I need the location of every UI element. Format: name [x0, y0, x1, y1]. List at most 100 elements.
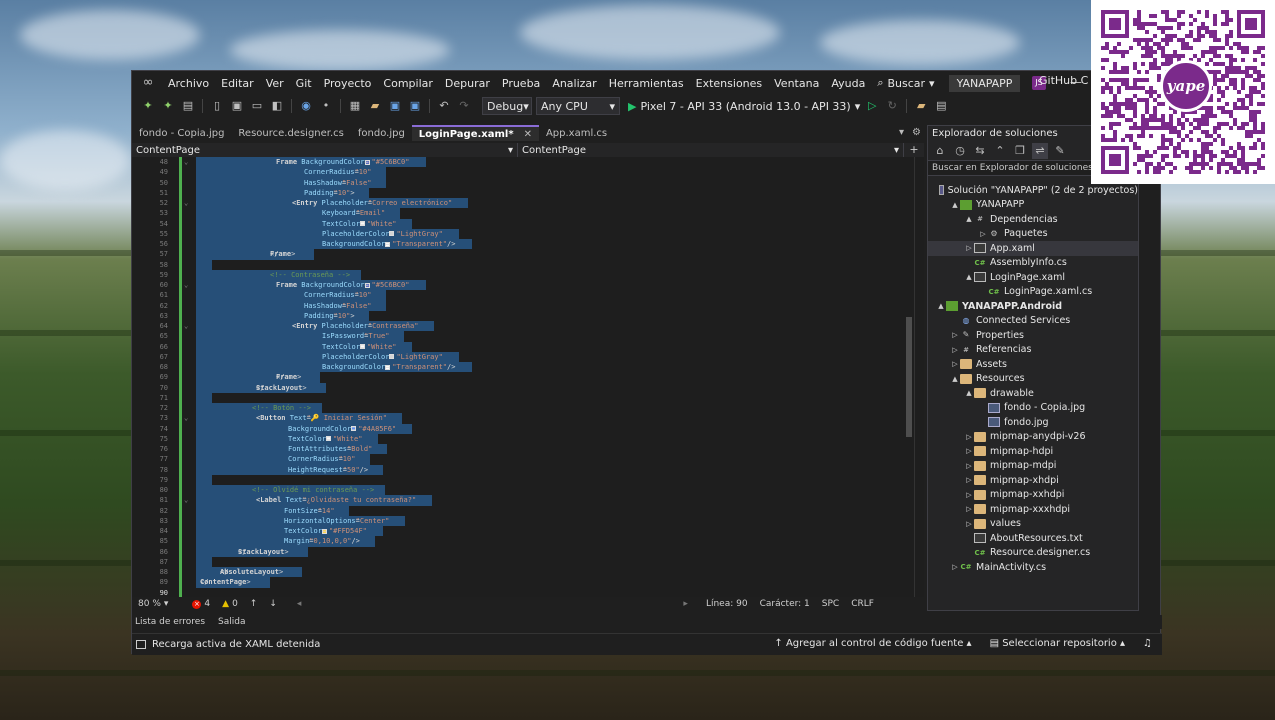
code-line[interactable]: 87 — [132, 556, 914, 567]
hot-reload-icon[interactable]: ↻ — [884, 98, 900, 114]
code-editor[interactable]: 48 ⌄ Frame BackgroundColor = "#5C6BC0" 49 Corn… — [132, 157, 914, 597]
search-button[interactable]: ⌕ Buscar ▾ — [871, 76, 940, 90]
fold-chevron-icon[interactable]: ⌄ — [184, 321, 188, 331]
code-line[interactable]: 56 BackgroundColor = "Transparent"/> — [132, 239, 914, 250]
code-line[interactable]: 90 — [132, 588, 914, 598]
expanded-arrow-icon[interactable]: ▲ — [950, 201, 960, 209]
zoom-select[interactable]: 80 % ▾ — [132, 599, 174, 609]
layout-icon[interactable]: ◧ — [269, 98, 285, 114]
tree-item[interactable]: ▷ mipmap-hdpi — [928, 444, 1138, 459]
code-line[interactable]: 84 TextColor = "#FFD54F" — [132, 526, 914, 537]
undo-icon[interactable]: ↶ — [436, 98, 452, 114]
code-line[interactable]: 89 </ContentPage > — [132, 577, 914, 588]
tab-error-list[interactable]: Lista de errores — [132, 617, 209, 627]
code-line[interactable]: 73 ⌄ <Button Text = "🔑 Iniciar Sesión" — [132, 413, 914, 424]
menu-ver[interactable]: Ver — [260, 77, 290, 90]
menu-extensiones[interactable]: Extensiones — [690, 77, 769, 90]
code-line[interactable]: 66 TextColor = "White" — [132, 341, 914, 352]
code-line[interactable]: 70 </StackLayout > — [132, 382, 914, 393]
navigate-back-icon[interactable]: ◉ — [298, 98, 314, 114]
tree-item[interactable]: C# Resource.designer.cs — [928, 546, 1138, 561]
tree-item[interactable]: ▷ App.xaml — [928, 241, 1138, 256]
menu-proyecto[interactable]: Proyecto — [318, 77, 378, 90]
code-line[interactable]: 78 HeightRequest = "50"/> — [132, 464, 914, 475]
nav-member-select[interactable]: ContentPage ▾ — [518, 143, 904, 157]
tree-item[interactable]: ▷ mipmap-mdpi — [928, 459, 1138, 474]
tree-item[interactable]: ▷ mipmap-xhdpi — [928, 473, 1138, 488]
code-line[interactable]: 80 <!-- Olvidé mi contraseña --> — [132, 485, 914, 496]
tree-item[interactable]: AboutResources.txt — [928, 531, 1138, 546]
code-line[interactable]: 57 </Frame > — [132, 249, 914, 260]
tree-item[interactable]: ▷ # Referencias — [928, 343, 1138, 358]
tree-item[interactable]: fondo - Copia.jpg — [928, 401, 1138, 416]
collapsed-arrow-icon[interactable]: ▷ — [964, 462, 974, 470]
code-line[interactable]: 81 ⌄ <Label Text = "¿Olvidaste tu contraseña… — [132, 495, 914, 506]
code-line[interactable]: 74 BackgroundColor = "#4A85F6" — [132, 423, 914, 434]
code-line[interactable]: 58 — [132, 259, 914, 270]
bookmark-icon[interactable]: ▣ — [229, 98, 245, 114]
tree-item[interactable]: ▷ mipmap-xxhdpi — [928, 488, 1138, 503]
tree-item[interactable]: ▷ mipmap-anydpi-v26 — [928, 430, 1138, 445]
fold-chevron-icon[interactable]: ⌄ — [184, 157, 188, 167]
start-debug-button[interactable]: ▶ Pixel 7 - API 33 (Android 13.0 - API 3… — [628, 100, 860, 113]
notifications-bell-icon[interactable]: ♫ — [1143, 638, 1152, 649]
tab-output[interactable]: Salida — [215, 617, 249, 627]
tree-item[interactable]: ▷ Assets — [928, 357, 1138, 372]
tree-item[interactable]: ▲ LoginPage.xaml — [928, 270, 1138, 285]
code-line[interactable]: 59 <!-- Contraseña --> — [132, 269, 914, 280]
tree-item[interactable]: Solución "YANAPAPP" (2 de 2 proyectos) — [928, 183, 1138, 198]
new-file-icon[interactable]: ▯ — [209, 98, 225, 114]
solution-platform-select[interactable]: Any CPU ▾ — [536, 97, 620, 115]
line-indicator[interactable]: Línea: 90 — [700, 599, 754, 609]
whitespace-indicator[interactable]: SPC — [816, 599, 845, 609]
menu-ayuda[interactable]: Ayuda — [825, 77, 871, 90]
hot-reload-status[interactable]: Recarga activa de XAML detenida — [152, 639, 320, 650]
tree-item[interactable]: C# AssemblyInfo.cs — [928, 256, 1138, 271]
code-line[interactable]: 72 <!-- Botón --> — [132, 403, 914, 414]
switch-view-icon[interactable]: ⇌ — [1032, 143, 1048, 159]
tree-item[interactable]: ▲ YANAPAPP.Android — [928, 299, 1138, 314]
code-line[interactable]: 77 CornerRadius = "10" — [132, 454, 914, 465]
code-line[interactable]: 86 </StackLayout > — [132, 546, 914, 557]
tab-loginpage-xaml[interactable]: LoginPage.xaml* ✕ — [411, 125, 539, 141]
menu-git[interactable]: Git — [290, 77, 318, 90]
code-line[interactable]: 53 Keyboard = "Email" — [132, 208, 914, 219]
collapse-icon[interactable]: ⌃ — [992, 143, 1008, 159]
fold-chevron-icon[interactable]: ⌄ — [184, 495, 188, 505]
errors-indicator[interactable]: × 4 — [186, 599, 216, 609]
tree-item[interactable]: ▷ ✎ Properties — [928, 328, 1138, 343]
add-item-icon[interactable]: ✦ — [160, 98, 176, 114]
copy-icon[interactable]: ❐ — [1012, 143, 1028, 159]
menu-analizar[interactable]: Analizar — [546, 77, 602, 90]
code-line[interactable]: 65 IsPassword = "True" — [132, 331, 914, 342]
code-line[interactable]: 52 ⌄ <Entry Placeholder = "Correo electrónic… — [132, 198, 914, 209]
tree-item[interactable]: fondo.jpg — [928, 415, 1138, 430]
save-icon[interactable]: ▣ — [387, 98, 403, 114]
fold-chevron-icon[interactable]: ⌄ — [184, 198, 188, 208]
menu-depurar[interactable]: Depurar — [439, 77, 496, 90]
collapsed-arrow-icon[interactable]: ▷ — [950, 563, 960, 571]
collapsed-arrow-icon[interactable]: ▷ — [964, 505, 974, 513]
navigate-forward-icon[interactable]: • — [318, 98, 334, 114]
tree-item[interactable]: ▷ ⚙ Paquetes — [928, 227, 1138, 242]
open-folder-icon[interactable]: ▰ — [367, 98, 383, 114]
expanded-arrow-icon[interactable]: ▲ — [936, 302, 946, 310]
new-item-icon[interactable]: ✦ — [140, 98, 156, 114]
vertical-scrollbar[interactable] — [904, 157, 914, 597]
redo-icon[interactable]: ↷ — [456, 98, 472, 114]
collapsed-arrow-icon[interactable]: ▷ — [978, 230, 988, 238]
menu-editar[interactable]: Editar — [215, 77, 260, 90]
save-all-icon[interactable]: ▣ — [407, 98, 423, 114]
solution-configuration-select[interactable]: Debug ▾ — [482, 97, 532, 115]
properties-wrench-icon[interactable]: ✎ — [1052, 143, 1068, 159]
tab-resource-designer-cs[interactable]: Resource.designer.cs — [231, 125, 350, 141]
collapsed-arrow-icon[interactable]: ▷ — [964, 433, 974, 441]
tree-item[interactable]: ▷ values — [928, 517, 1138, 532]
expanded-arrow-icon[interactable]: ▲ — [964, 389, 974, 397]
code-line[interactable]: 75 TextColor = "White" — [132, 433, 914, 444]
code-line[interactable]: 83 HorizontalOptions = "Center" — [132, 515, 914, 526]
scroll-left-icon[interactable]: ◂ — [291, 599, 308, 609]
browse-icon[interactable]: ▰ — [913, 98, 929, 114]
code-line[interactable]: 63 Padding = "10" > — [132, 310, 914, 321]
code-line[interactable]: 67 PlaceholderColor = "LightGray" — [132, 351, 914, 362]
